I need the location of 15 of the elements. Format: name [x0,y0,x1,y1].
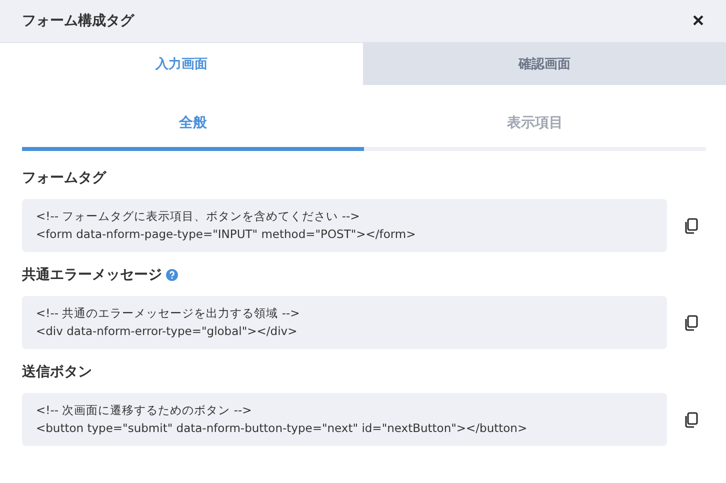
tab[interactable]: 確認画面 [363,43,726,85]
section-title: フォームタグ [22,169,106,187]
subtab[interactable]: 全般 [22,99,364,151]
dialog-title: フォーム構成タグ [22,12,134,30]
close-button[interactable]: × [692,11,704,31]
section-title: 送信ボタン [22,363,92,381]
code-block: <!-- 次画面に遷移するためのボタン --> <button type="submit" data-nform-button-type="next" id="nextButton"></button> [22,393,667,446]
section-title: 共通エラーメッセージ [22,266,162,284]
copy-icon[interactable] [684,314,698,330]
subtab[interactable]: 表示項目 [364,99,706,151]
copy-icon[interactable] [684,218,698,234]
code-block: <!-- フォームタグに表示項目、ボタンを含めてください --> <form data-nform-page-type="INPUT" method="POST"></form> [22,199,667,252]
code-block: <!-- 共通のエラーメッセージを出力する領域 --> <div data-nform-error-type="global"></div> [22,296,667,349]
help-icon[interactable] [166,269,178,281]
copy-icon[interactable] [684,412,698,428]
